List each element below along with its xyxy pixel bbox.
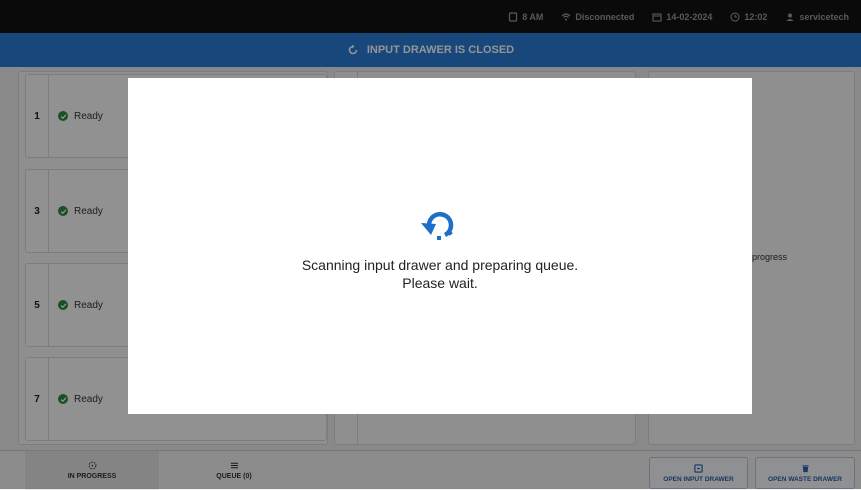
- modal-line-2: Please wait.: [402, 275, 478, 291]
- modal-line-1: Scanning input drawer and preparing queu…: [301, 257, 579, 273]
- scanning-modal: Scanning input drawer and preparing queu…: [128, 78, 752, 414]
- refresh-icon: [421, 211, 454, 240]
- modal-message: Scanning input drawer and preparing queu…: [128, 256, 752, 292]
